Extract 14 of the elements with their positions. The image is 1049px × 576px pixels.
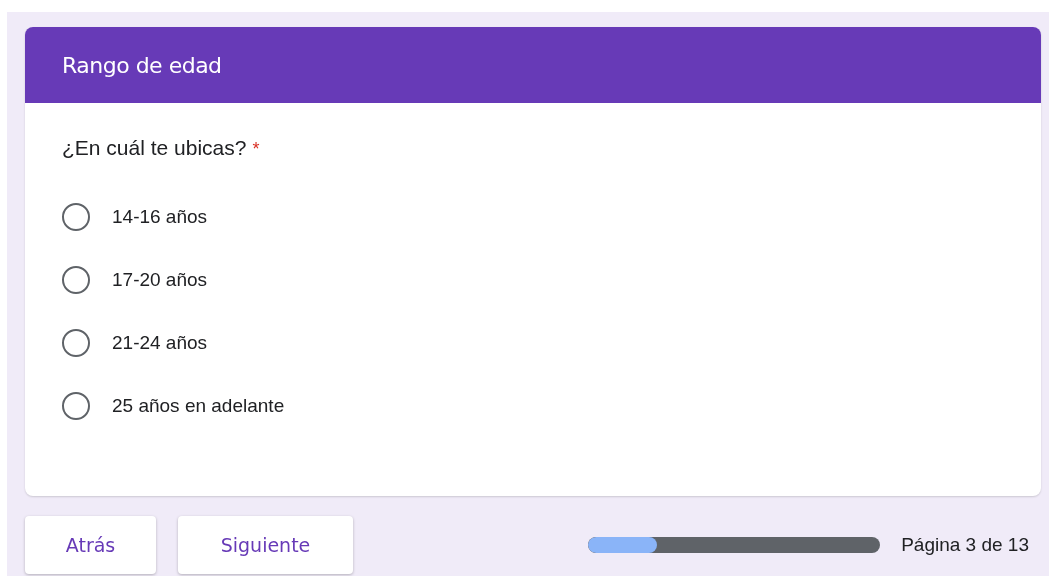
question-text: ¿En cuál te ubicas? — [62, 136, 247, 159]
radio-button[interactable] — [62, 391, 90, 420]
radio-button[interactable] — [62, 328, 90, 357]
back-button[interactable]: Atrás — [25, 516, 156, 574]
radio-button[interactable] — [62, 202, 90, 231]
next-button[interactable]: Siguiente — [178, 516, 353, 574]
page-indicator: Página 3 de 13 — [901, 534, 1029, 556]
required-mark: * — [252, 139, 260, 159]
option-label[interactable]: 25 años en adelante — [112, 394, 285, 417]
section-title: Rango de edad — [62, 52, 222, 78]
option-label[interactable]: 14-16 años — [112, 205, 208, 228]
radio-button[interactable] — [62, 265, 90, 294]
option-label[interactable]: 21-24 años — [112, 331, 208, 354]
option-label[interactable]: 17-20 años — [112, 268, 208, 291]
